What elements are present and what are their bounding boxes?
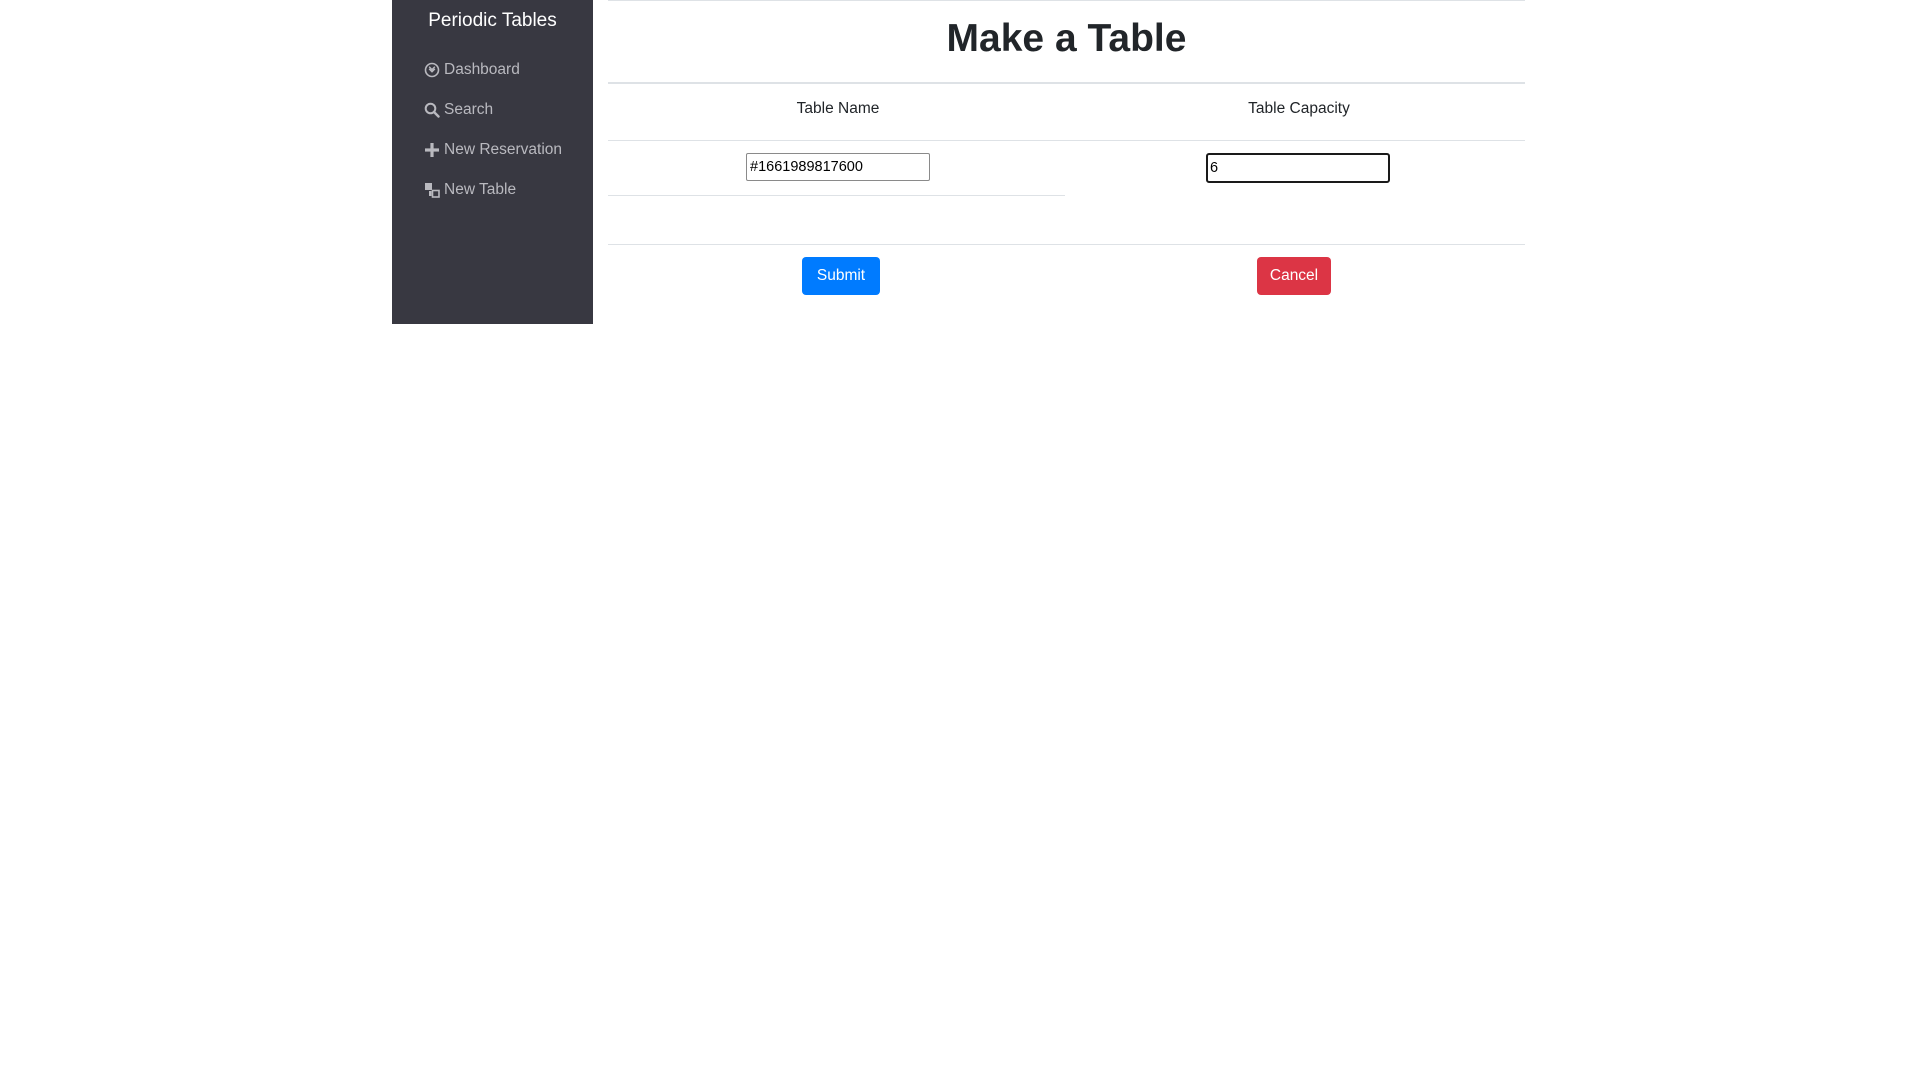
sidebar-item-dashboard[interactable]: Dashboard bbox=[423, 50, 562, 90]
cancel-button[interactable]: Cancel bbox=[1257, 257, 1331, 295]
table-name-input[interactable] bbox=[746, 153, 930, 181]
table-capacity-header: Table Capacity bbox=[1248, 100, 1350, 117]
page-title: Make a Table bbox=[946, 17, 1187, 60]
submit-button[interactable]: Submit bbox=[802, 257, 880, 295]
sidebar-item-label: New Reservation bbox=[444, 141, 563, 158]
top-divider bbox=[608, 0, 1525, 1]
app-root: Periodic Tables Dashboard Search New Res… bbox=[392, 0, 1525, 330]
search-icon bbox=[423, 102, 440, 119]
main-content: Make a Table Table Name Table Capacity S… bbox=[608, 0, 1525, 330]
sidebar-item-new-reservation[interactable]: New Reservation bbox=[423, 130, 562, 170]
table-icon bbox=[423, 182, 440, 199]
form-divider bbox=[608, 244, 1525, 245]
sidebar-item-new-table[interactable]: New Table bbox=[423, 170, 562, 210]
sidebar-item-label: New Table bbox=[444, 181, 517, 198]
sidebar: Periodic Tables Dashboard Search New Res… bbox=[392, 0, 593, 324]
header-divider bbox=[608, 140, 1525, 141]
sidebar-item-label: Dashboard bbox=[444, 61, 520, 78]
dashboard-icon bbox=[423, 62, 440, 79]
plus-icon bbox=[423, 142, 440, 159]
sidebar-nav: Dashboard Search New Reservation New Tab… bbox=[423, 50, 562, 210]
sidebar-item-label: Search bbox=[444, 101, 494, 118]
table-name-header: Table Name bbox=[796, 100, 880, 117]
input-divider bbox=[608, 195, 1065, 196]
sidebar-item-search[interactable]: Search bbox=[423, 90, 562, 130]
table-capacity-input[interactable] bbox=[1206, 153, 1390, 183]
title-divider bbox=[608, 82, 1525, 84]
brand-title: Periodic Tables bbox=[428, 10, 557, 31]
